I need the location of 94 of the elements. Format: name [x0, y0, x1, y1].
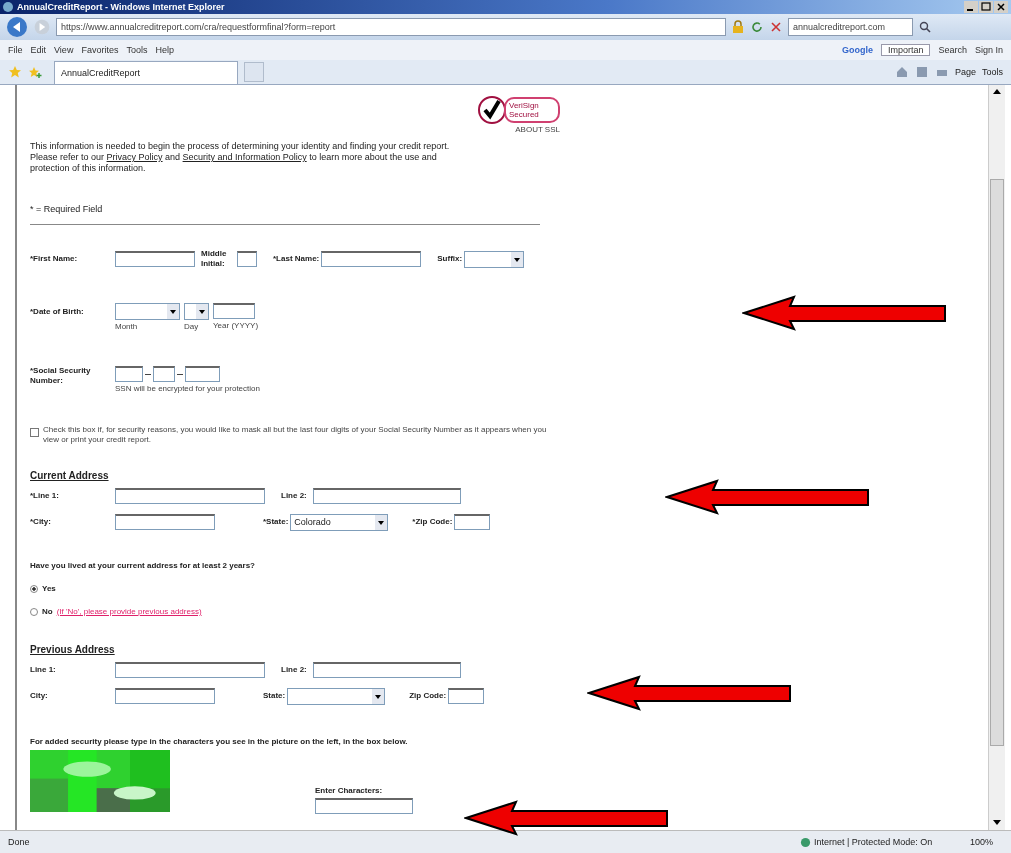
required-note: * = Required Field — [30, 204, 104, 214]
intro-paragraph: This information is needed to begin the process of determining your identity and finding your credit report. Please refer to our Privacy Policy and Security and Information Policy to learn more about the use and protection of this information. — [30, 141, 450, 174]
captcha-field[interactable] — [315, 798, 413, 814]
radio-note: (If 'No', please provide previous address) — [56, 607, 202, 616]
field-label: Middle Initial: — [201, 249, 228, 269]
security-zone: Internet | Protected Mode: On — [799, 836, 960, 848]
zip-code-field[interactable] — [448, 688, 485, 704]
city-field[interactable] — [115, 688, 215, 704]
ssn-field[interactable] — [185, 366, 220, 382]
section-heading: Current Address — [30, 470, 110, 481]
state-dropdown[interactable] — [287, 687, 386, 705]
field-caption: Month — [115, 322, 139, 331]
state-dropdown[interactable]: Colorado — [290, 513, 389, 531]
field-label: Zip Code: — [409, 691, 447, 701]
window-title: AnnualCreditReport - Windows Internet Explorer — [17, 2, 226, 12]
caret-icon — [511, 251, 524, 267]
seal-caption[interactable]: ABOUT SSL — [515, 125, 560, 134]
close-icon[interactable] — [994, 1, 1008, 13]
sign-in-link[interactable]: Sign In — [974, 45, 1003, 55]
question-text: Have you lived at your current address for at least 2 years? — [30, 561, 256, 570]
field-label: Line 1: — [30, 665, 57, 675]
browser-tab[interactable]: AnnualCreditReport — [54, 61, 238, 84]
field-caption: Year (YYYY) — [213, 321, 259, 330]
menu-item[interactable]: Tools — [126, 45, 148, 55]
middle-initial-field[interactable] — [237, 251, 257, 267]
toolbar-dropdown[interactable]: Importan — [880, 44, 931, 56]
seal-label[interactable]: VeriSign Secured — [504, 97, 560, 123]
policy-link[interactable]: Security and Information Policy — [182, 152, 307, 162]
address-line-field[interactable] — [115, 662, 265, 678]
command-menu[interactable]: Page — [954, 67, 976, 77]
radio-button[interactable] — [30, 584, 38, 593]
field-label: Enter Characters: — [315, 786, 384, 795]
back-icon[interactable] — [6, 16, 28, 38]
checkbox-label: Check this box if, for security reasons, you would like to mask all but the last four digits of your Social Security Number as it appears when you view or print your credit report. — [43, 425, 548, 445]
minimize-icon[interactable] — [964, 1, 978, 13]
menu-item[interactable]: View — [54, 45, 74, 55]
status-text: Done — [8, 837, 30, 847]
search-field[interactable]: annualcreditreport.com — [788, 18, 913, 36]
zoom-level[interactable]: 100% — [969, 837, 993, 847]
address-field[interactable]: https://www.annualcreditreport.com/cra/requestformfinal?form=report — [56, 18, 726, 36]
field-label: *Line 1: — [30, 491, 60, 501]
field-label: *State: — [263, 517, 289, 527]
field-label: Suffix: — [437, 254, 463, 264]
suffix-dropdown[interactable] — [464, 250, 525, 268]
globe-icon — [799, 836, 811, 848]
field-label: *Last Name: — [273, 254, 320, 264]
day-dropdown[interactable] — [184, 303, 209, 320]
menu-item[interactable]: Edit — [30, 45, 47, 55]
mask-checkbox[interactable] — [30, 428, 39, 437]
year-field[interactable] — [213, 303, 255, 319]
field-label: *Zip Code: — [412, 517, 453, 527]
address-line-field[interactable] — [313, 662, 461, 678]
field-caption: SSN will be encrypted for your protection — [115, 384, 260, 393]
menu-item[interactable]: File — [8, 45, 23, 55]
radio-label[interactable]: No — [42, 607, 53, 616]
section-heading: Previous Address — [30, 644, 116, 655]
toolbar-logo[interactable]: Google — [841, 45, 873, 55]
browser-icon — [3, 2, 13, 12]
ssn-field[interactable] — [153, 366, 175, 382]
field-label: *Social Security Number: — [30, 366, 92, 386]
maximize-icon[interactable] — [979, 1, 993, 13]
captcha-instructions: For added security please type in the characters you see in the picture on the left, in the box below. — [30, 737, 409, 746]
address-line-field[interactable] — [313, 488, 461, 504]
caret-icon — [372, 688, 385, 704]
field-label: *First Name: — [30, 254, 79, 264]
address-line-field[interactable] — [115, 488, 265, 504]
last-name-field[interactable] — [321, 251, 422, 267]
ssn-field[interactable] — [115, 366, 143, 382]
scrollbar[interactable] — [988, 85, 1005, 830]
check-seal-icon — [477, 95, 507, 125]
caret-icon — [375, 514, 388, 530]
field-label: Line 2: — [281, 665, 308, 675]
radio-label[interactable]: Yes — [42, 584, 56, 593]
lock-icon[interactable] — [731, 20, 745, 34]
city-field[interactable] — [115, 514, 215, 530]
policy-link[interactable]: Privacy Policy — [106, 152, 163, 162]
caret-icon — [167, 304, 179, 319]
toolbar-search-button[interactable]: Search — [938, 45, 967, 55]
field-label: City: — [30, 691, 49, 701]
field-label: State: — [263, 691, 286, 701]
star-icon[interactable] — [8, 65, 22, 79]
first-name-field[interactable] — [115, 251, 195, 267]
zip-code-field[interactable] — [454, 514, 491, 530]
field-label: *Date of Birth: — [30, 307, 85, 317]
caret-icon — [196, 304, 208, 319]
field-label: *City: — [30, 517, 52, 527]
search-icon[interactable] — [918, 20, 932, 34]
command-menu[interactable]: Tools — [982, 67, 1003, 77]
menu-item[interactable]: Favorites — [81, 45, 119, 55]
menu-item[interactable]: Help — [155, 45, 174, 55]
field-caption: Day — [184, 322, 200, 331]
refresh-icon[interactable] — [750, 20, 764, 34]
field-label: Line 2: — [281, 491, 308, 501]
stop-icon[interactable] — [769, 20, 783, 34]
